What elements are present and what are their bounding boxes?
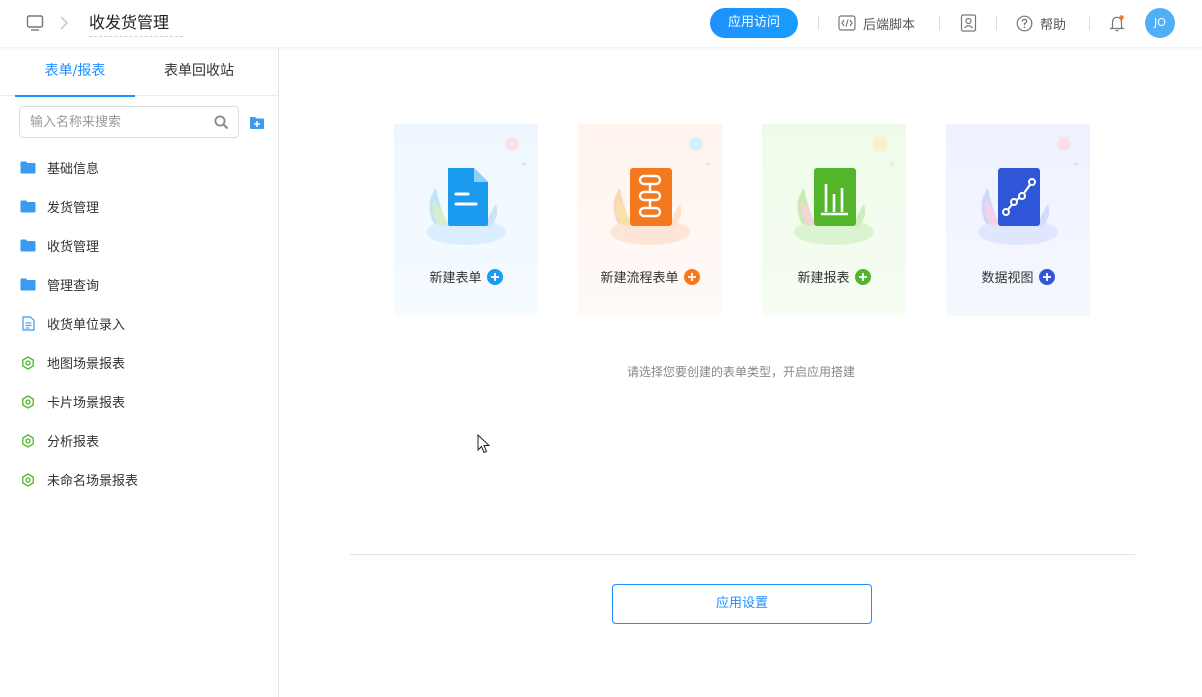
divider — [939, 16, 940, 30]
card-label-text: 新建表单 — [429, 271, 482, 286]
plus-icon — [683, 268, 700, 285]
card-label-text: 新建报表 — [797, 271, 850, 286]
list-item[interactable]: 未命名场景报表 — [0, 460, 278, 499]
top-bar: 收发货管理 应用访问 后端脚本 帮助 JO — [0, 0, 1202, 47]
list-item-label: 地图场景报表 — [47, 357, 126, 372]
app-visit-button[interactable]: 应用访问 — [710, 8, 798, 38]
card-label: 数据视图 — [946, 267, 1090, 286]
scene-report-icon — [20, 394, 36, 410]
form-tree: 基础信息 发货管理 收货管理 管理查询 收货单位录入 地图场景报表 卡片场景报表… — [0, 148, 278, 499]
plus-icon — [1038, 268, 1055, 285]
folder-icon — [20, 160, 36, 176]
backend-script-label: 后端脚本 — [863, 17, 916, 33]
help-icon — [1016, 15, 1033, 31]
tab-form-recycle-bin[interactable]: 表单回收站 — [139, 47, 259, 96]
list-item[interactable]: 收货单位录入 — [0, 304, 278, 343]
list-item[interactable]: 卡片场景报表 — [0, 382, 278, 421]
list-item-label: 分析报表 — [47, 435, 100, 450]
search-icon[interactable] — [214, 115, 229, 130]
workflow-icon — [610, 168, 690, 245]
form-document-icon — [20, 316, 36, 332]
folder-icon — [20, 238, 36, 254]
help-label: 帮助 — [1040, 17, 1067, 33]
search-input[interactable] — [30, 112, 210, 132]
scene-report-icon — [20, 433, 36, 449]
line-chart-icon — [978, 168, 1058, 245]
chevron-right-icon — [60, 16, 69, 30]
card-label-text: 数据视图 — [981, 271, 1034, 286]
help-button[interactable]: 帮助 — [1016, 13, 1066, 33]
data-view-card[interactable]: 数据视图 — [946, 124, 1090, 316]
main-content: 新建表单 新建流程表单 新建报表 数据视图 请选择您要创建的表单类型，开启应用搭… — [280, 47, 1202, 697]
list-item[interactable]: 地图场景报表 — [0, 343, 278, 382]
list-item[interactable]: 发货管理 — [0, 187, 278, 226]
search-box — [19, 106, 239, 138]
backend-script-button[interactable]: 后端脚本 — [838, 13, 915, 33]
scene-report-icon — [20, 472, 36, 488]
folder-icon — [20, 199, 36, 215]
list-item-label: 基础信息 — [47, 162, 100, 177]
list-item[interactable]: 收货管理 — [0, 226, 278, 265]
plus-icon — [486, 268, 503, 285]
list-item[interactable]: 分析报表 — [0, 421, 278, 460]
sidebar-tabs: 表单/报表 表单回收站 — [0, 47, 278, 97]
notification-bell-icon[interactable] — [1109, 14, 1126, 32]
new-report-card[interactable]: 新建报表 — [762, 124, 906, 316]
bar-chart-icon — [794, 168, 874, 245]
divider — [350, 554, 1135, 555]
divider — [818, 16, 819, 30]
card-label: 新建报表 — [762, 267, 906, 286]
scene-report-icon — [20, 355, 36, 371]
sidebar: 表单/报表 表单回收站 基础信息 发货管理 — [0, 47, 279, 697]
user-avatar[interactable]: JO — [1145, 8, 1175, 38]
list-item-label: 收货单位录入 — [47, 318, 126, 333]
card-label: 新建表单 — [394, 267, 538, 286]
card-label: 新建流程表单 — [578, 267, 722, 286]
contacts-icon[interactable] — [960, 14, 977, 32]
list-item-label: 未命名场景报表 — [47, 474, 139, 489]
app-settings-button[interactable]: 应用设置 — [612, 584, 872, 624]
plus-icon — [854, 268, 871, 285]
list-item-label: 发货管理 — [47, 201, 100, 216]
card-label-text: 新建流程表单 — [600, 271, 679, 286]
mouse-cursor-icon — [477, 434, 491, 454]
code-icon — [838, 15, 856, 31]
form-document-icon — [426, 168, 506, 245]
folder-icon — [20, 277, 36, 293]
list-item-label: 卡片场景报表 — [47, 396, 126, 411]
add-folder-icon[interactable] — [249, 116, 265, 130]
divider — [1089, 16, 1090, 30]
new-form-card[interactable]: 新建表单 — [394, 124, 538, 316]
new-workflow-form-card[interactable]: 新建流程表单 — [578, 124, 722, 316]
list-item-label: 收货管理 — [47, 240, 100, 255]
list-item-label: 管理查询 — [47, 279, 100, 294]
list-item[interactable]: 基础信息 — [0, 148, 278, 187]
hint-text: 请选择您要创建的表单类型，开启应用搭建 — [626, 365, 855, 379]
list-item[interactable]: 管理查询 — [0, 265, 278, 304]
tab-forms-reports[interactable]: 表单/报表 — [15, 47, 135, 97]
app-home-icon[interactable] — [26, 14, 44, 32]
app-title[interactable]: 收发货管理 — [89, 10, 183, 37]
divider — [996, 16, 997, 30]
